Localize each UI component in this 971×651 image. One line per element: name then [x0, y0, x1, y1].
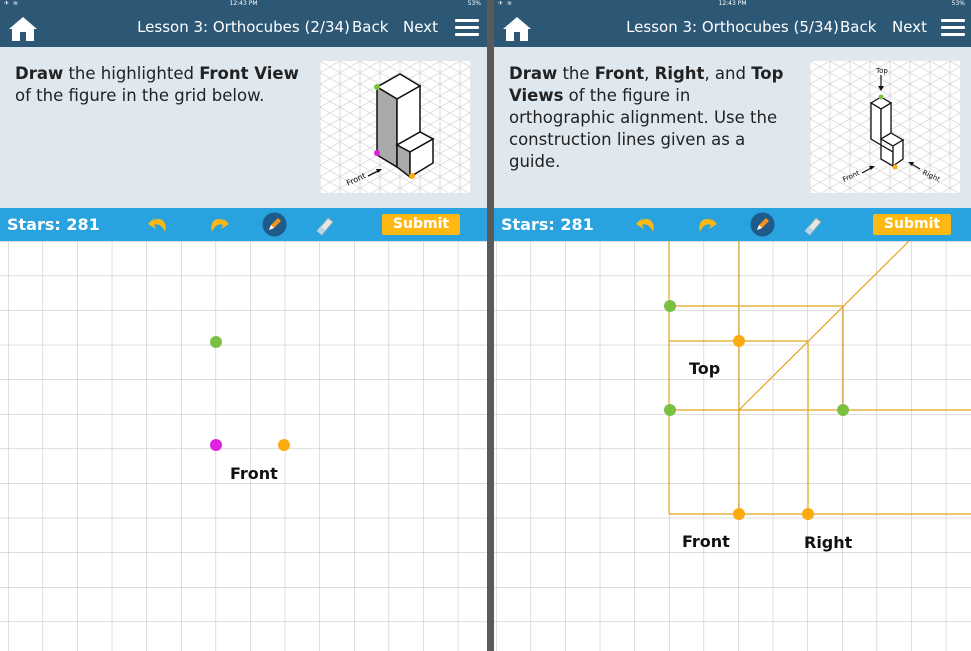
status-time: 12:43 PM [718, 0, 747, 7]
submit-button[interactable]: Submit [873, 214, 951, 235]
nav-bar: Lesson 3: Orthocubes (5/34) Back Next [494, 7, 971, 47]
toolbar: Stars: 281 Submit [494, 208, 971, 241]
undo-icon[interactable] [146, 212, 171, 237]
back-button[interactable]: Back [352, 18, 388, 36]
menu-icon[interactable] [455, 19, 479, 37]
instruction-text: Draw the Front, Right, and Top Views of … [509, 64, 784, 171]
battery-indicator: 53% [467, 0, 481, 7]
figure-top-label: Top [875, 67, 888, 75]
pencil-icon[interactable] [750, 212, 775, 237]
front-label: Front [682, 532, 730, 551]
menu-icon[interactable] [941, 19, 965, 37]
left-panel: ✈ ︎ ≋ 12:43 PM 53% Lesson 3: Orthocubes … [0, 0, 487, 651]
redo-icon[interactable] [694, 212, 719, 237]
drawing-grid[interactable]: Front [0, 241, 487, 651]
instruction-area: Draw the highlighted Front View of the f… [0, 47, 487, 208]
redo-icon[interactable] [206, 212, 231, 237]
next-button[interactable]: Next [892, 18, 927, 36]
submit-button[interactable]: Submit [382, 214, 460, 235]
green-point [664, 300, 676, 312]
status-bar: ✈ ︎ ≋ 12:43 PM 53% [494, 0, 971, 7]
toolbar: Stars: 281 Submit [0, 208, 487, 241]
green-point [837, 404, 849, 416]
right-panel: ✈ ︎ ≋ 12:43 PM 53% Lesson 3: Orthocubes … [494, 0, 971, 651]
green-point [664, 404, 676, 416]
next-button[interactable]: Next [403, 18, 438, 36]
drawing-grid[interactable]: Top Front Right [494, 241, 971, 651]
eraser-icon[interactable] [801, 212, 826, 237]
status-bar: ✈ ︎ ≋ 12:43 PM 53% [0, 0, 487, 7]
nav-bar: Lesson 3: Orthocubes (2/34) Back Next [0, 7, 487, 47]
orange-point [802, 508, 814, 520]
top-label: Top [689, 359, 721, 378]
battery-indicator: 53% [951, 0, 965, 7]
pencil-icon[interactable] [262, 212, 287, 237]
orange-point [733, 335, 745, 347]
stars-count: Stars: 281 [501, 215, 594, 234]
right-label: Right [804, 533, 853, 552]
instruction-area: Draw the Front, Right, and Top Views of … [494, 47, 971, 208]
eraser-icon[interactable] [313, 212, 338, 237]
back-button[interactable]: Back [840, 18, 876, 36]
undo-icon[interactable] [634, 212, 659, 237]
instruction-text: Draw the highlighted Front View of the f… [15, 64, 299, 105]
stars-count: Stars: 281 [7, 215, 100, 234]
magenta-point [210, 439, 222, 451]
orange-point [278, 439, 290, 451]
green-point [210, 336, 222, 348]
orange-point [733, 508, 745, 520]
status-time: 12:43 PM [229, 0, 258, 7]
isometric-figure: Front [320, 61, 470, 193]
front-label: Front [230, 464, 278, 483]
isometric-figure: Top Front Right [810, 61, 960, 193]
